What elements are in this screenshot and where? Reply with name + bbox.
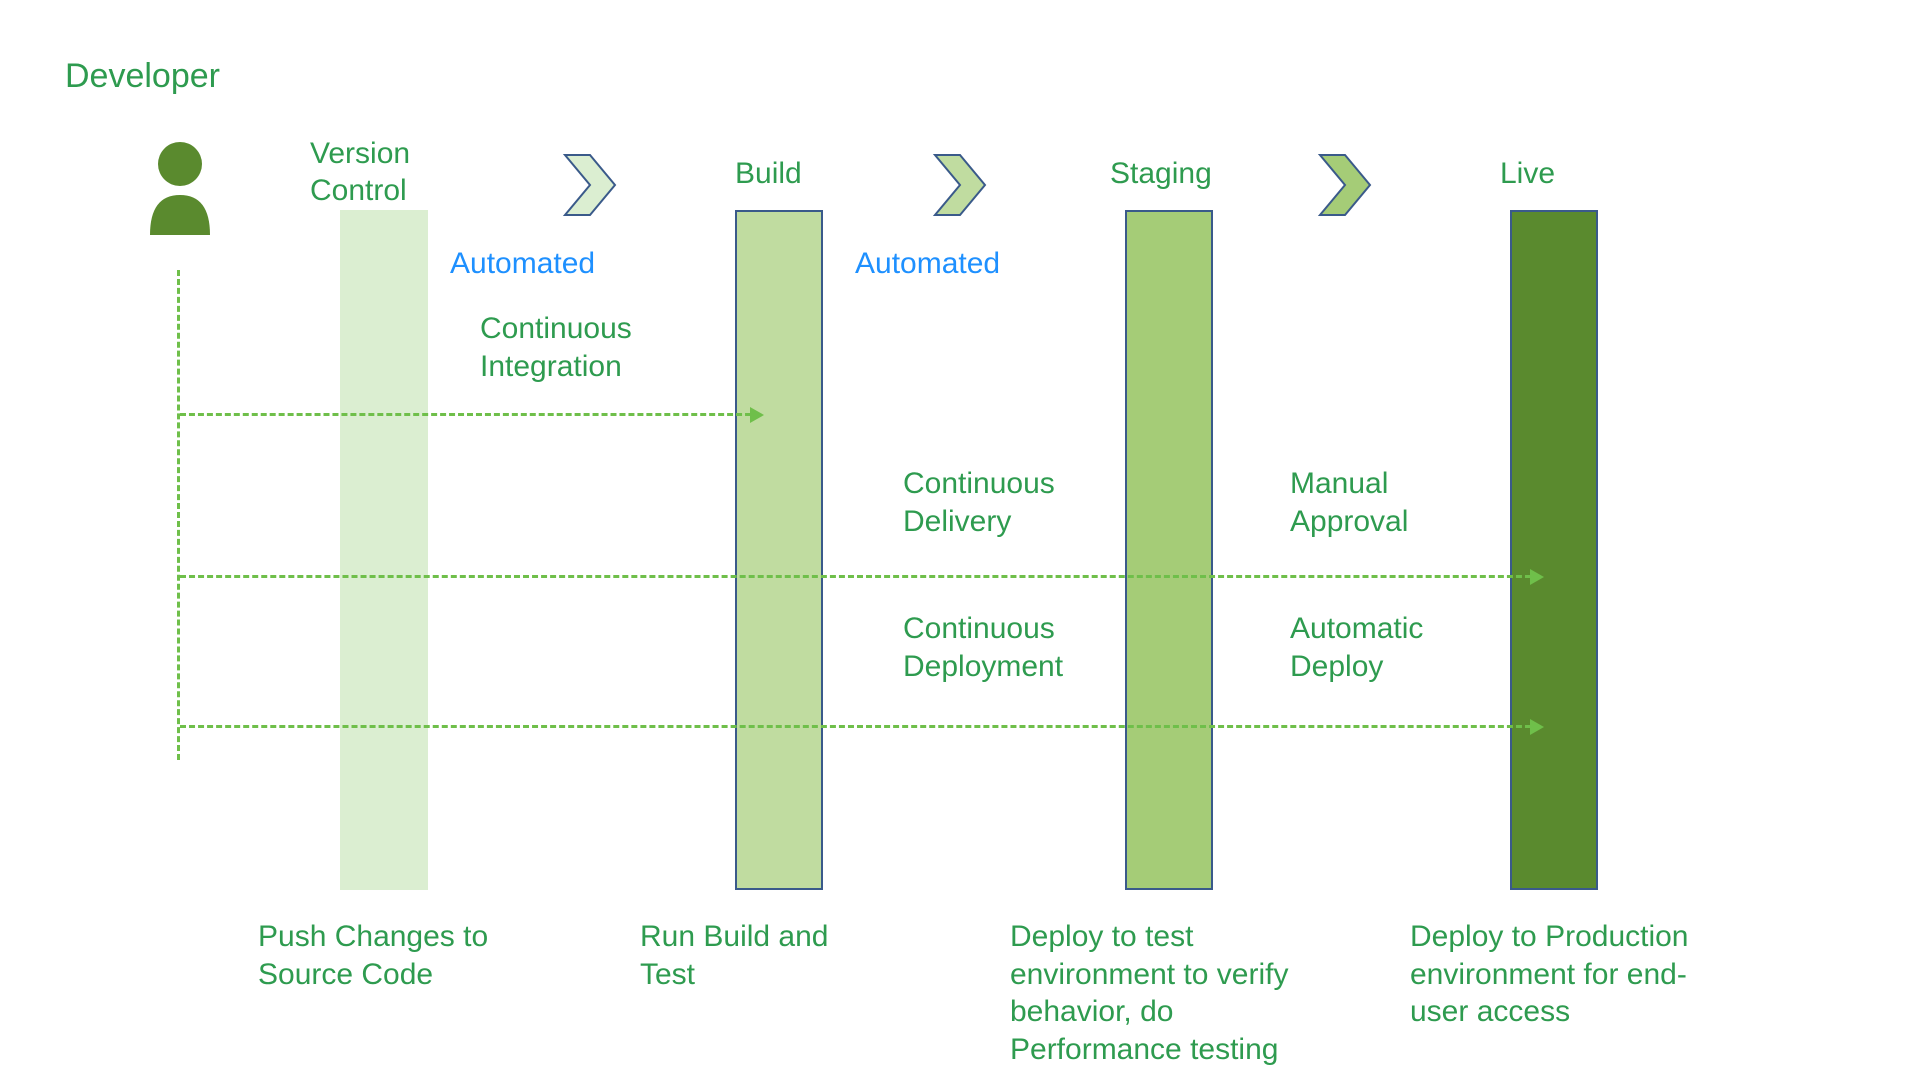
live-desc: Deploy to Production environment for end… <box>1410 918 1740 1031</box>
developer-icon <box>140 140 220 235</box>
developer-label: Developer <box>65 55 220 98</box>
build-title: Build <box>735 155 802 193</box>
auto-deploy-line1: Automatic <box>1290 610 1423 648</box>
version-control-bar <box>340 210 428 890</box>
developer-vertical-line <box>177 270 180 760</box>
build-bar <box>735 210 823 890</box>
manual-approval-line2: Approval <box>1290 503 1408 541</box>
cdel-label-line1: Continuous <box>903 465 1055 503</box>
flow-cdep-arrow <box>180 725 1540 728</box>
automated-label-1: Automated <box>450 245 595 283</box>
flow-cd-arrow <box>180 575 1540 578</box>
chevron-icon <box>1315 150 1375 220</box>
live-title: Live <box>1500 155 1555 193</box>
version-control-desc: Push Changes to Source Code <box>258 918 518 993</box>
version-control-title-line2: Control <box>310 172 407 210</box>
flow-ci-arrow <box>180 413 760 416</box>
manual-approval-line1: Manual <box>1290 465 1388 503</box>
cdep-label-line1: Continuous <box>903 610 1055 648</box>
chevron-icon <box>560 150 620 220</box>
staging-bar <box>1125 210 1213 890</box>
ci-label-line2: Integration <box>480 348 622 386</box>
live-bar <box>1510 210 1598 890</box>
staging-desc: Deploy to test environment to verify beh… <box>1010 918 1340 1068</box>
automated-label-2: Automated <box>855 245 1000 283</box>
auto-deploy-line2: Deploy <box>1290 648 1383 686</box>
version-control-title-line1: Version <box>310 135 410 173</box>
build-desc: Run Build and Test <box>640 918 880 993</box>
ci-label-line1: Continuous <box>480 310 632 348</box>
cdep-label-line2: Deployment <box>903 648 1063 686</box>
staging-title: Staging <box>1110 155 1212 193</box>
chevron-icon <box>930 150 990 220</box>
cdel-label-line2: Delivery <box>903 503 1011 541</box>
